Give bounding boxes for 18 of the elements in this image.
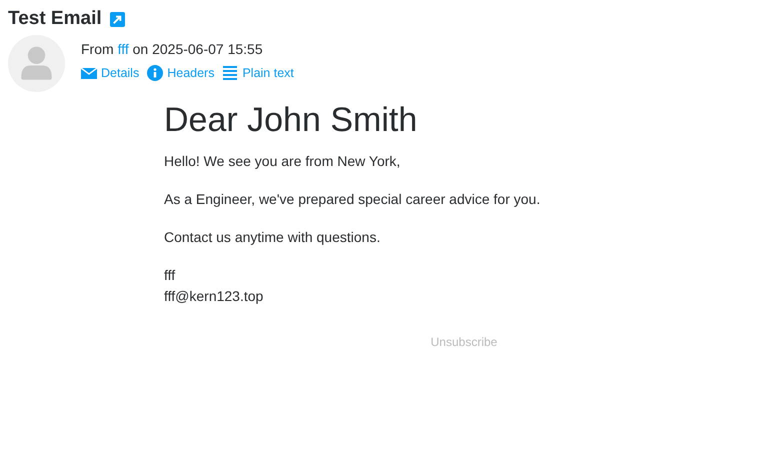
signature-line: fff@kern123.top [164, 286, 264, 306]
action-link[interactable]: Details [81, 64, 140, 83]
signature-line: fff [164, 266, 176, 285]
envelope-icon [81, 65, 97, 82]
sender-link[interactable]: fff [118, 40, 129, 57]
sender-line: From fff on 2025-06-07 15:55 [81, 40, 264, 59]
paragraph: As a Engineer, we've prepared special career advice for you. [164, 190, 542, 209]
email-title: Test Email [8, 8, 102, 31]
info-icon [147, 65, 164, 82]
action-link[interactable]: Headers [147, 64, 214, 83]
action-link[interactable]: Plain text [222, 64, 294, 83]
external-link-icon[interactable] [110, 12, 125, 27]
paragraph: Contact us anytime with questions. [164, 228, 382, 247]
email-heading: Dear John Smith [164, 100, 418, 141]
list-icon [222, 65, 238, 82]
avatar [8, 34, 65, 92]
unsubscribe-link[interactable]: Unsubscribe [430, 334, 498, 349]
paragraph: Hello! We see you are from New York, [164, 152, 402, 171]
